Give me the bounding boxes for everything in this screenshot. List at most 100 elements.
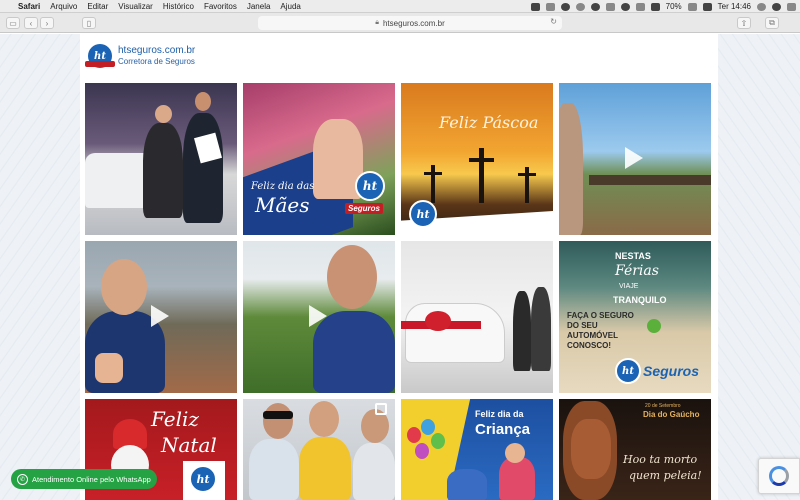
siri-icon[interactable] [772, 2, 781, 11]
balloon-purple [415, 443, 429, 459]
cross-left-vertical [431, 165, 435, 203]
page-background: ht htseguros.com.br Corretora de Seguros… [0, 34, 800, 500]
person2-head [309, 401, 339, 437]
menu-favoritos[interactable]: Favoritos [204, 2, 237, 11]
vacation-l8: CONOSCO! [567, 341, 611, 350]
clock-icon[interactable] [590, 2, 600, 11]
gaucho-title: Dia do Gaúcho [643, 410, 700, 419]
ht-badge-icon: ht [615, 358, 641, 384]
headphones-icon[interactable] [620, 2, 630, 11]
recaptcha-icon [769, 466, 789, 486]
vacation-l4: TRANQUILO [613, 295, 667, 305]
boy-image [447, 469, 487, 500]
battery-icon[interactable] [687, 2, 697, 11]
post-tile-video-park[interactable] [559, 83, 711, 235]
sunglasses-image [263, 411, 293, 419]
gallery-icon [375, 403, 387, 415]
fence-image [589, 175, 711, 185]
decorative-lines-right [718, 34, 800, 500]
show-sidebar-icon[interactable]: ▯ [82, 17, 96, 29]
cross-center-vertical [479, 148, 484, 203]
menu-editar[interactable]: Editar [87, 2, 108, 11]
logo-red-banner [85, 61, 115, 67]
mothers-day-line2: Mães [255, 193, 310, 217]
person-right-head [195, 92, 211, 111]
menu-janela[interactable]: Janela [247, 2, 271, 11]
timer-icon[interactable] [575, 2, 585, 11]
post-tile-group-photo[interactable] [243, 399, 395, 500]
status-area: 70% Ter 14:46 [530, 0, 796, 13]
childrens-day-l2: Criança [475, 421, 531, 438]
address-bar[interactable]: 🔒︎ htseguros.com.br ↻ [258, 16, 562, 30]
flag-icon[interactable] [702, 2, 712, 11]
post-tile-new-car[interactable] [401, 241, 553, 393]
post-tile-video-thumbsup[interactable] [85, 241, 237, 393]
wifi-icon[interactable] [650, 2, 660, 11]
vacation-l2: Férias [615, 263, 659, 279]
sidebar-toggle-button[interactable]: ▭ [6, 17, 20, 29]
thumbs-up-image [95, 353, 123, 383]
menu-app-name[interactable]: Safari [18, 2, 40, 11]
play-icon[interactable] [151, 305, 169, 327]
profile-name[interactable]: htseguros.com.br [118, 45, 195, 56]
post-tile-video-field[interactable] [243, 241, 395, 393]
profile-subtitle: Corretora de Seguros [118, 57, 195, 66]
vacation-brand: Seguros [643, 363, 700, 379]
post-tile-mothers-day[interactable]: Feliz dia das Mães ht Seguros [243, 83, 395, 235]
cross-left-horizontal [424, 172, 442, 175]
menu-visualizar[interactable]: Visualizar [118, 2, 153, 11]
menu-arquivo[interactable]: Arquivo [50, 2, 77, 11]
cross-right-horizontal [518, 173, 536, 176]
dropbox-icon[interactable] [560, 2, 570, 11]
status-app-icon[interactable] [530, 2, 540, 11]
post-tile-easter[interactable]: Feliz Páscoa ht [401, 83, 553, 235]
vacation-l6: DO SEU [567, 321, 598, 330]
recaptcha-badge[interactable] [758, 458, 800, 494]
play-icon[interactable] [625, 147, 643, 169]
post-tile-gaucho-day[interactable]: 20 de Setembro Dia do Gaúcho Hoo ta mort… [559, 399, 711, 500]
person1-body [249, 439, 299, 500]
reload-icon[interactable]: ↻ [550, 17, 557, 26]
menubar-clock[interactable]: Ter 14:46 [718, 2, 751, 11]
white-car-image [405, 303, 505, 363]
decorative-lines-left [0, 34, 80, 500]
sync-icon[interactable] [605, 2, 615, 11]
post-tile-vacation[interactable]: NESTAS Férias VIAJE TRANQUILO FAÇA O SEG… [559, 241, 711, 393]
childrens-day-l1: Feliz dia da [475, 409, 524, 419]
menu-historico[interactable]: Histórico [163, 2, 194, 11]
person-right-image [183, 113, 223, 223]
bluetooth-icon[interactable] [635, 2, 645, 11]
balloon-red [407, 427, 421, 443]
play-icon[interactable] [309, 305, 327, 327]
tabs-overview-button[interactable]: ⧉ [765, 17, 779, 29]
christmas-l1: Feliz [151, 407, 199, 431]
vacation-l3: VIAJE [619, 283, 639, 290]
ht-badge-icon: ht [355, 171, 385, 201]
safari-toolbar: ▭ ‹ › ▯ 🔒︎ htseguros.com.br ↻ ⇧ ⧉ [0, 13, 800, 33]
share-button[interactable]: ⇧ [737, 17, 751, 29]
post-tile-childrens-day[interactable]: Feliz dia da Criança [401, 399, 553, 500]
vacation-l5: FAÇA O SEGURO [567, 311, 634, 320]
person1-head [263, 403, 293, 439]
menu-ajuda[interactable]: Ajuda [280, 2, 300, 11]
spotlight-search-icon[interactable] [757, 2, 766, 11]
back-button[interactable]: ‹ [24, 17, 38, 29]
ht-badge-icon: ht [189, 465, 217, 493]
person-left-image [513, 291, 531, 371]
check-icon [647, 319, 661, 333]
url-text: htseguros.com.br [382, 18, 445, 28]
balloon-green [431, 433, 445, 449]
person2-yellow-shirt [299, 437, 351, 500]
notification-center-icon[interactable] [787, 2, 796, 11]
vacation-l1: NESTAS [615, 251, 651, 261]
seguros-tag: Seguros [345, 203, 384, 214]
battery-percent: 70% [665, 2, 682, 11]
forward-button[interactable]: › [40, 17, 54, 29]
whatsapp-button[interactable]: ✆ Atendimento Online pelo WhatsApp [11, 469, 157, 489]
person-left-image [143, 123, 183, 218]
post-tile-car-delivery[interactable] [85, 83, 237, 235]
vacation-l7: AUTOMÓVEL [567, 331, 618, 340]
child-head [505, 443, 525, 463]
cross-center-horizontal [469, 158, 494, 162]
pen-icon[interactable] [545, 2, 555, 11]
